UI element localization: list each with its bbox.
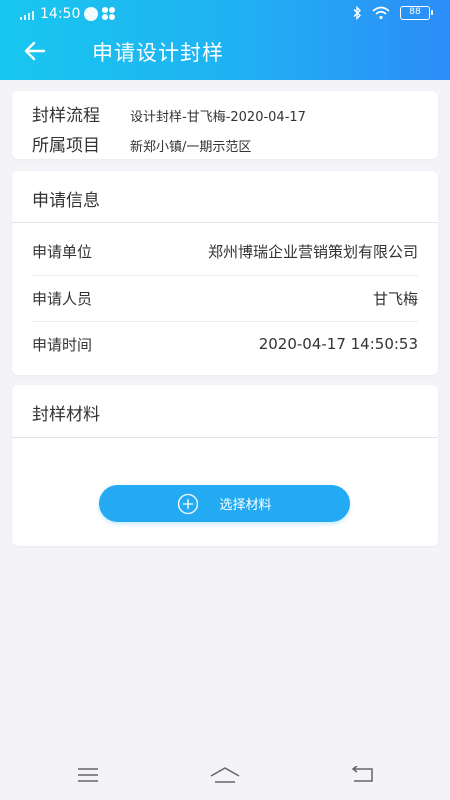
plus-circle-icon	[178, 493, 199, 514]
status-left: 14:50	[20, 6, 116, 22]
unit-value: 郑州博瑞企业营销策划有限公司	[207, 242, 418, 261]
project-label: 所属项目	[32, 136, 100, 156]
wifi-icon	[372, 6, 390, 20]
process-value: 设计封样-甘飞梅-2020-04-17	[130, 110, 306, 125]
unit-label: 申请单位	[32, 242, 93, 261]
process-label: 封样流程	[32, 106, 100, 126]
process-row: 封样流程 设计封样-甘飞梅-2020-04-17	[32, 101, 306, 126]
material-card-title: 封样材料	[32, 405, 100, 425]
return-icon	[351, 765, 373, 782]
status-right: 88	[352, 6, 433, 20]
menu-icon	[78, 768, 98, 782]
info-row-applicant: 申请人员 甘飞梅	[32, 275, 418, 321]
flow-card: 封样流程 设计封样-甘飞梅-2020-04-17 所属项目 新郑小镇/一期示范区	[12, 91, 438, 159]
material-divider	[12, 437, 438, 438]
status-time: 14:50	[40, 6, 81, 22]
applicant-value: 甘飞梅	[372, 289, 418, 308]
select-material-button[interactable]: 选择材料	[99, 485, 350, 522]
applicant-label: 申请人员	[32, 289, 93, 308]
system-back-button[interactable]	[350, 765, 374, 788]
system-nav-bar	[0, 752, 450, 800]
signal-icon	[20, 8, 34, 20]
battery-icon: 88	[400, 6, 433, 20]
back-button[interactable]	[20, 36, 50, 66]
project-value: 新郑小镇/一期示范区	[130, 140, 252, 155]
clover-notification-icon	[102, 7, 116, 21]
bluetooth-icon	[353, 6, 361, 20]
material-card: 封样材料 选择材料	[12, 385, 438, 546]
info-row-time: 申请时间 2020-04-17 14:50:53	[32, 321, 418, 367]
application-info-card: 申请信息 申请单位 郑州博瑞企业营销策划有限公司 申请人员 甘飞梅 申请时间 2…	[12, 171, 438, 375]
arrow-left-icon	[24, 41, 46, 61]
menu-button[interactable]	[77, 766, 99, 788]
home-button[interactable]	[210, 766, 240, 788]
app-header: 14:50 88 申请设计封样	[0, 0, 450, 80]
time-label: 申请时间	[32, 335, 93, 354]
status-bar: 14:50 88	[0, 0, 450, 30]
time-value: 2020-04-17 14:50:53	[258, 335, 418, 353]
home-icon	[210, 767, 240, 783]
app-notification-icon	[84, 7, 99, 21]
select-material-label: 选择材料	[219, 498, 272, 513]
page-title: 申请设计封样	[92, 41, 224, 65]
info-row-unit: 申请单位 郑州博瑞企业营销策划有限公司	[32, 228, 418, 274]
info-divider	[12, 222, 438, 223]
info-card-title: 申请信息	[32, 191, 100, 211]
project-row: 所属项目 新郑小镇/一期示范区	[32, 131, 251, 156]
